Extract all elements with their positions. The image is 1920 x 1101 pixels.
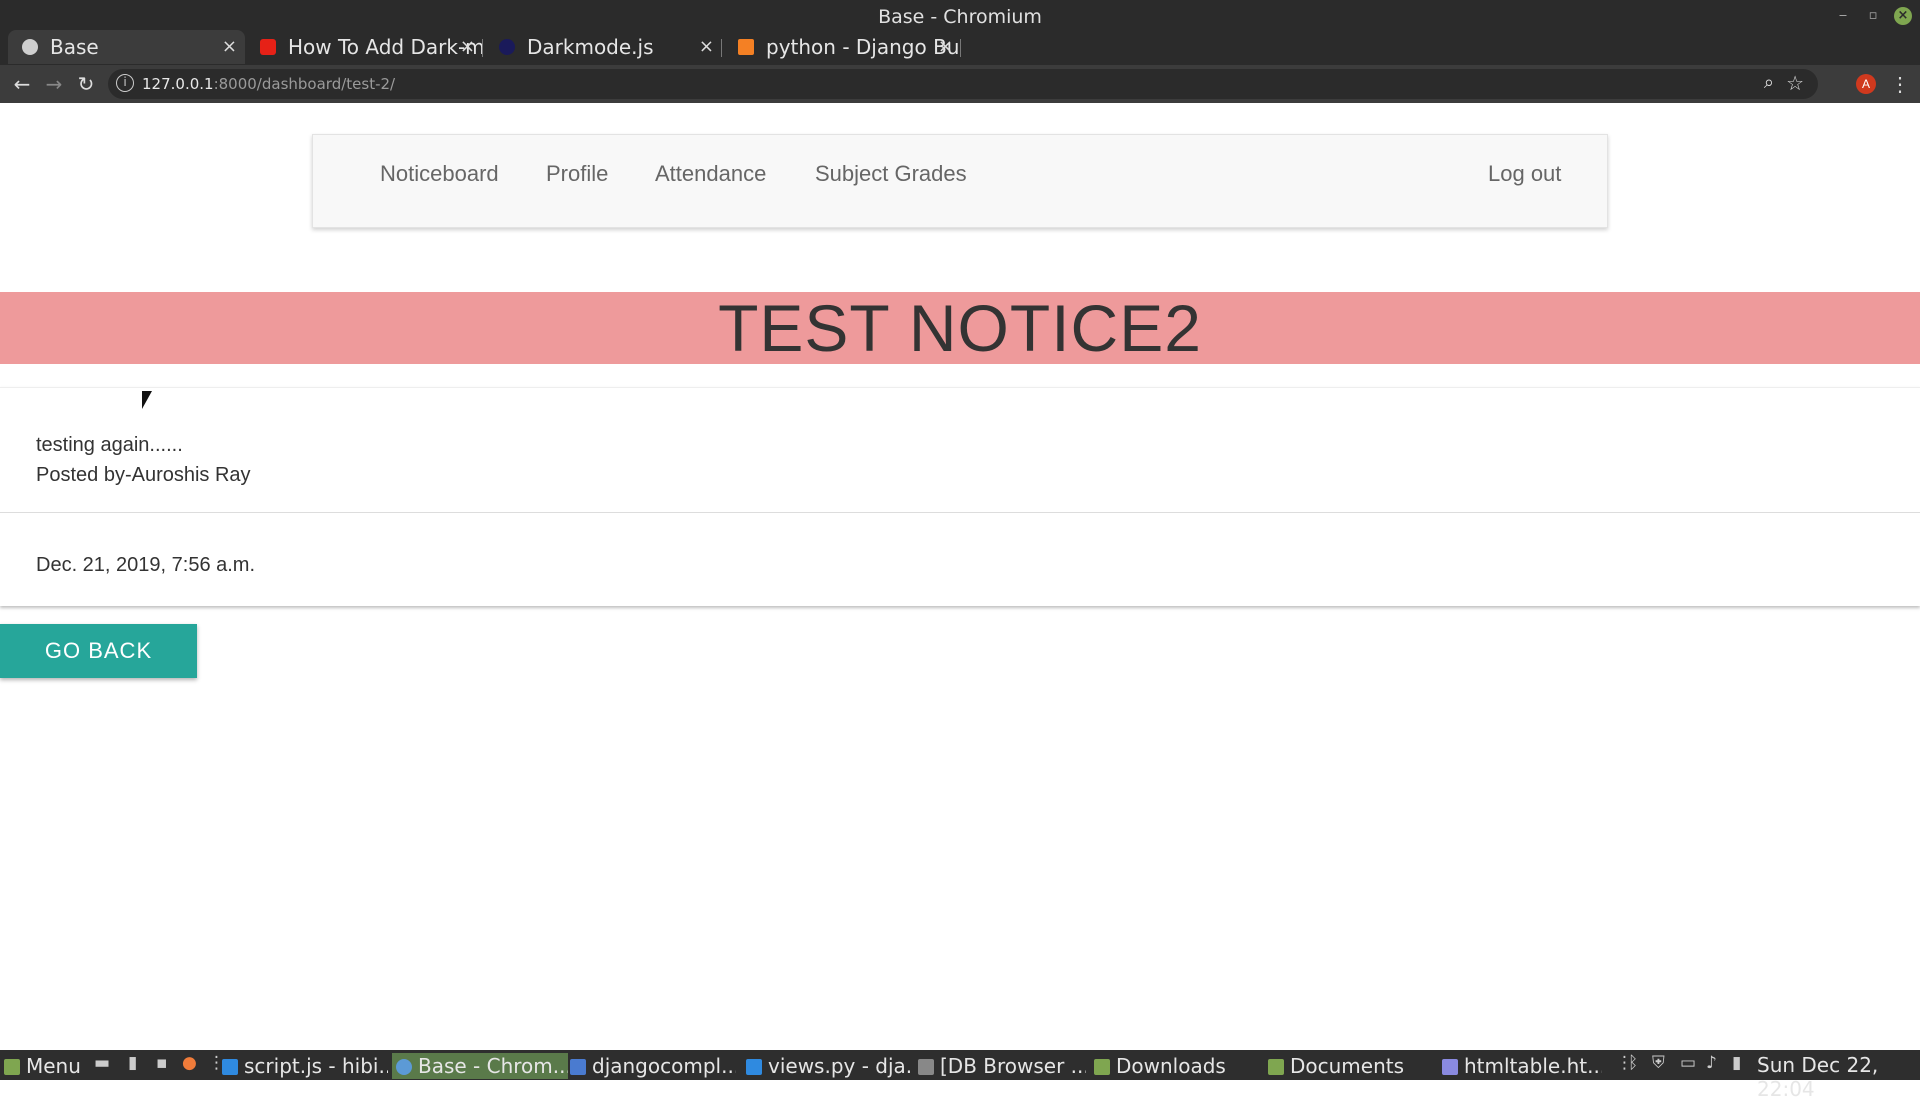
nav-logout[interactable]: Log out <box>1488 161 1561 187</box>
notice-date: Dec. 21, 2019, 7:56 a.m. <box>36 554 256 576</box>
browser-toolbar: ← → ↻ i 127.0.0.1:8000/dashboard/test-2/… <box>0 65 1920 103</box>
firefox-icon[interactable]: ● <box>182 1053 197 1073</box>
back-arrow-icon[interactable]: ← <box>8 70 36 98</box>
show-desktop-icon[interactable]: ▬ <box>94 1053 110 1073</box>
close-window-icon[interactable]: × <box>1894 7 1912 25</box>
page-viewport: Noticeboard Profile Attendance Subject G… <box>0 103 1920 1050</box>
volume-icon[interactable]: ♪ <box>1706 1053 1717 1073</box>
tab-base[interactable]: Base × <box>8 30 245 64</box>
document-icon <box>570 1059 586 1075</box>
files-icon[interactable]: ▮ <box>128 1053 137 1073</box>
taskbar-item-script-js[interactable]: script.js - hibi... <box>222 1053 388 1079</box>
menu-label: Menu <box>26 1054 81 1078</box>
notice-author: Posted by-Auroshis Ray <box>36 464 251 486</box>
terminal-icon[interactable]: ▪ <box>156 1053 168 1073</box>
taskbar-item-downloads[interactable]: Downloads <box>1094 1053 1254 1079</box>
os-taskbar: Menu ▬ ▮ ▪ ● ⋮ script.js - hibi... Base … <box>0 1050 1920 1101</box>
taskbar-item-chromium[interactable]: Base - Chrom... <box>392 1053 568 1079</box>
window-title: Base - Chromium <box>878 6 1042 28</box>
url-host: 127.0.0.1 <box>142 75 214 93</box>
address-url[interactable]: 127.0.0.1:8000/dashboard/test-2/ <box>142 75 395 93</box>
taskbar-item-label: Base - Chrom... <box>418 1054 568 1078</box>
site-navbar: Noticeboard Profile Attendance Subject G… <box>312 134 1608 228</box>
document-icon <box>1442 1059 1458 1075</box>
youtube-icon <box>260 39 276 55</box>
taskbar-item-documents[interactable]: Documents <box>1268 1053 1428 1079</box>
tab-label: How To Add Dark-m <box>288 35 483 59</box>
taskbar-item-label: htmltable.ht... <box>1464 1054 1602 1078</box>
taskbar-item-label: script.js - hibi... <box>244 1054 388 1078</box>
minimize-icon[interactable]: ‒ <box>1834 7 1852 25</box>
notice-card: testing again...... Posted by-Auroshis R… <box>0 387 1920 606</box>
tab-darkmode-js[interactable]: Darkmode.js × <box>485 30 722 64</box>
tab-close-icon[interactable]: × <box>222 30 237 64</box>
nav-subject-grades[interactable]: Subject Grades <box>815 161 967 187</box>
tab-label: Darkmode.js <box>527 35 654 59</box>
notice-body-text: testing again...... <box>36 434 183 456</box>
reload-icon[interactable]: ↻ <box>72 70 100 98</box>
tab-dark-mode-video[interactable]: How To Add Dark-m × <box>246 30 483 64</box>
forward-arrow-icon[interactable]: → <box>40 70 68 98</box>
vscode-icon <box>746 1059 762 1075</box>
address-bar[interactable]: i 127.0.0.1:8000/dashboard/test-2/ ⌕ ☆ <box>108 69 1818 99</box>
notice-title-banner: TEST NOTICE2 <box>0 292 1920 364</box>
nav-profile[interactable]: Profile <box>546 161 608 187</box>
darkmode-icon <box>499 39 515 55</box>
bookmark-star-icon[interactable]: ☆ <box>1786 71 1804 96</box>
taskbar-item-label: views.py - dja... <box>768 1054 912 1078</box>
taskbar-item-htmltable[interactable]: htmltable.ht... <box>1442 1053 1602 1079</box>
battery-icon[interactable]: ▮ <box>1732 1053 1741 1073</box>
bluetooth-icon[interactable]: ᛒ <box>1628 1053 1638 1073</box>
tab-strip: Base × How To Add Dark-m × Darkmode.js ×… <box>0 29 1920 91</box>
chromium-icon <box>396 1059 412 1075</box>
mouse-cursor-icon <box>142 391 152 409</box>
notice-title: TEST NOTICE2 <box>718 291 1202 365</box>
taskbar-item-djangocompl[interactable]: djangocompl... <box>570 1053 736 1079</box>
tab-close-icon[interactable]: × <box>938 30 953 64</box>
network-icon[interactable]: ▭ <box>1680 1053 1696 1073</box>
card-divider <box>0 512 1920 513</box>
taskbar-clock[interactable]: Sun Dec 22, 22:04 <box>1757 1053 1920 1101</box>
tab-close-icon[interactable]: × <box>699 30 714 64</box>
tab-label: python - Django Bu <box>766 35 960 59</box>
folder-icon <box>1268 1059 1284 1075</box>
stackoverflow-icon <box>738 39 754 55</box>
globe-icon <box>22 39 38 55</box>
site-info-icon[interactable]: i <box>116 74 134 92</box>
tab-close-icon[interactable]: × <box>460 30 475 64</box>
taskbar-item-label: djangocompl... <box>592 1054 736 1078</box>
start-menu-button[interactable]: Menu <box>4 1053 81 1079</box>
mint-logo-icon <box>4 1059 20 1075</box>
go-back-button[interactable]: GO BACK <box>0 624 197 678</box>
tab-label: Base <box>50 35 99 59</box>
profile-avatar[interactable]: A <box>1856 74 1876 94</box>
zoom-icon[interactable]: ⌕ <box>1764 72 1774 93</box>
menu-kebab-icon[interactable]: ⋮ <box>1890 72 1910 97</box>
shield-icon[interactable]: ⛨ <box>1652 1053 1665 1073</box>
folder-icon <box>1094 1059 1110 1075</box>
database-icon <box>918 1059 934 1075</box>
taskbar-item-label: Documents <box>1290 1054 1405 1078</box>
vscode-icon <box>222 1059 238 1075</box>
taskbar-item-label: Downloads <box>1116 1054 1226 1078</box>
url-path: :8000/dashboard/test-2/ <box>213 75 396 93</box>
taskbar-item-db-browser[interactable]: [DB Browser ... <box>918 1053 1086 1079</box>
taskbar-item-views-py[interactable]: views.py - dja... <box>746 1053 912 1079</box>
nav-attendance[interactable]: Attendance <box>655 161 766 187</box>
tab-stackoverflow[interactable]: python - Django Bu × <box>724 30 961 64</box>
maximize-icon[interactable]: ▫ <box>1864 7 1882 25</box>
nav-noticeboard[interactable]: Noticeboard <box>380 161 499 187</box>
taskbar-item-label: [DB Browser ... <box>940 1054 1086 1078</box>
